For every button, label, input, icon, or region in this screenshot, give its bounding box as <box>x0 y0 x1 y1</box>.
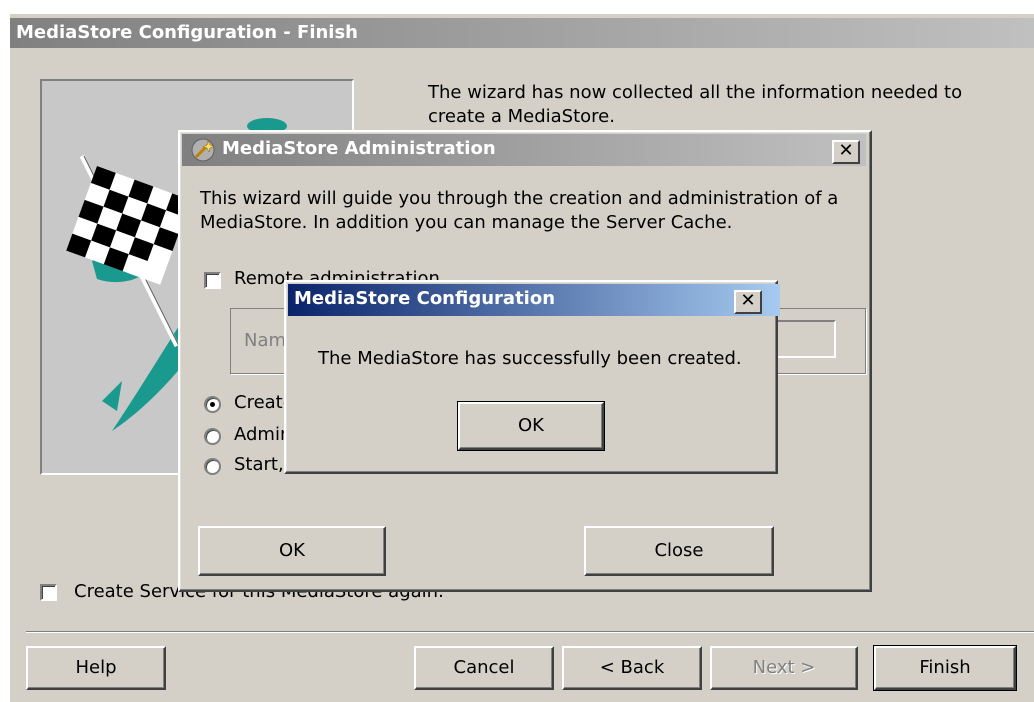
main-window-titlebar[interactable]: MediaStore Configuration - Finish <box>10 18 1034 48</box>
back-button[interactable]: < Back <box>562 646 702 690</box>
radio-selected-dot <box>210 402 215 407</box>
wizard-description-line2: create a MediaStore. <box>428 106 615 127</box>
radio-admin[interactable] <box>204 428 221 445</box>
create-service-checkbox[interactable] <box>40 584 57 601</box>
admin-ok-button-label: OK <box>279 540 305 561</box>
radio-create[interactable] <box>204 396 221 413</box>
message-box: MediaStore Configuration ✕ The MediaStor… <box>284 280 780 474</box>
message-ok-button-label: OK <box>518 415 544 436</box>
main-window-title: MediaStore Configuration - Finish <box>16 22 358 43</box>
next-button-label: Next > <box>752 657 816 678</box>
wizard-wand-icon <box>191 138 215 162</box>
cancel-button-label: Cancel <box>453 657 515 678</box>
message-ok-button[interactable]: OK <box>457 401 605 451</box>
admin-ok-button[interactable]: OK <box>198 526 386 576</box>
message-box-titlebar[interactable]: MediaStore Configuration <box>288 284 780 316</box>
admin-close-button-label: Close <box>654 540 704 561</box>
message-box-close-button[interactable]: ✕ <box>734 290 762 314</box>
admin-intro-line1: This wizard will guide you through the c… <box>200 188 839 209</box>
radio-start-label: Start, <box>234 454 284 475</box>
finish-button-label: Finish <box>919 657 971 678</box>
radio-start[interactable] <box>204 458 221 475</box>
message-box-title: MediaStore Configuration <box>294 288 556 309</box>
admin-intro-line2: MediaStore. In addition you can manage t… <box>200 212 733 233</box>
help-button[interactable]: Help <box>26 646 166 690</box>
close-icon: ✕ <box>740 290 756 311</box>
cancel-button[interactable]: Cancel <box>414 646 554 690</box>
next-button[interactable]: Next > <box>710 646 858 690</box>
name-field-label: Nam <box>244 330 287 351</box>
radio-admin-label: Admin <box>234 424 292 445</box>
wizard-description-line1: The wizard has now collected all the inf… <box>428 82 963 103</box>
back-button-label: < Back <box>599 657 665 678</box>
message-text: The MediaStore has successfully been cre… <box>318 348 742 369</box>
remote-admin-checkbox[interactable] <box>204 272 221 289</box>
close-icon: ✕ <box>838 140 854 161</box>
button-separator <box>26 631 1034 633</box>
finish-button[interactable]: Finish <box>873 645 1017 691</box>
admin-dialog-close-button[interactable]: ✕ <box>832 140 860 164</box>
help-button-label: Help <box>75 657 117 678</box>
admin-dialog-titlebar[interactable]: MediaStore Administration <box>182 134 866 166</box>
admin-close-button[interactable]: Close <box>584 526 774 576</box>
admin-dialog-title: MediaStore Administration <box>222 138 496 159</box>
